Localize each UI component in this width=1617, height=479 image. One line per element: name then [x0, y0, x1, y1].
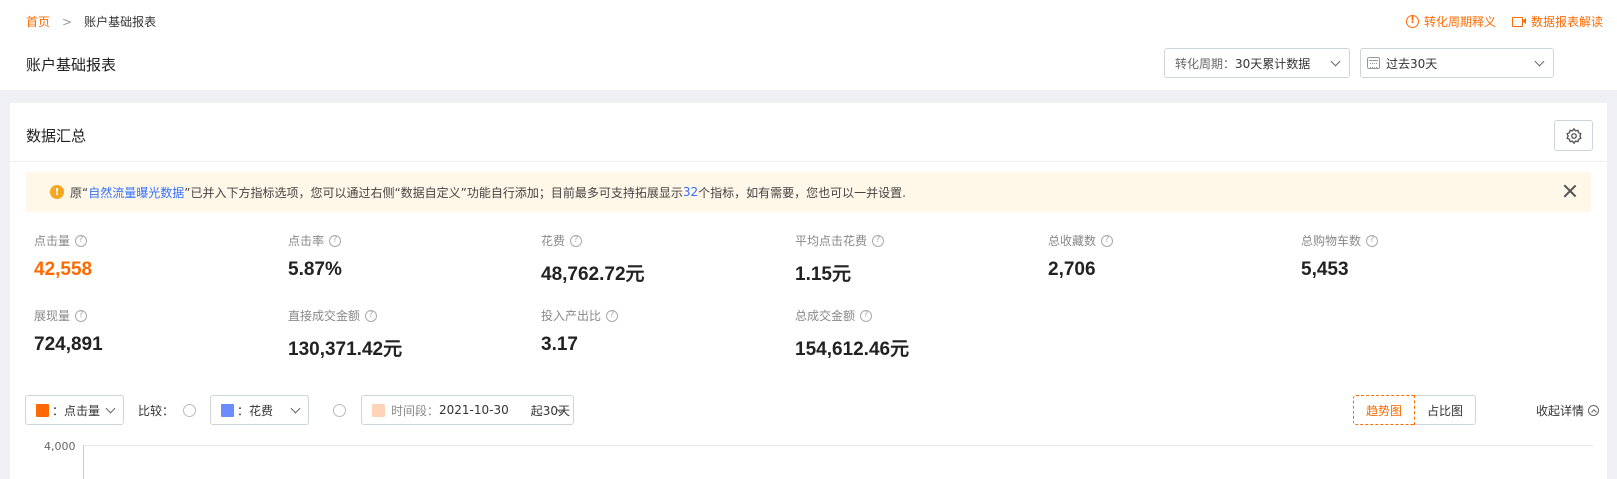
- notice-banner: ! 原“ 自然流量曝光数据 ”已并入下方指标选项，您可以通过右侧“数据自定义”功能自…: [26, 172, 1591, 212]
- tab-ratio-chart[interactable]: 占比图: [1415, 395, 1477, 425]
- metric-cart[interactable]: 总购物车数? 5,453: [1301, 232, 1379, 281]
- collapse-label: 收起详情: [1535, 404, 1584, 418]
- metric-label: 投入产出比: [541, 309, 602, 323]
- compare-label: 比较：: [138, 404, 175, 418]
- report-explain-link[interactable]: 数据报表解读: [1511, 13, 1603, 30]
- metric-ctr[interactable]: 点击率? 5.87%: [288, 232, 342, 281]
- metric-value: 130,371.42元: [288, 339, 403, 360]
- metric-label: 直接成交金额: [288, 309, 361, 323]
- metric-label: 总收藏数: [1048, 234, 1097, 248]
- metric-value: 48,762.72元: [541, 264, 645, 285]
- gear-icon: [1565, 127, 1582, 144]
- header-links: 转化周期释义 数据报表解读: [1405, 13, 1603, 30]
- metric-label: 点击量: [34, 234, 71, 248]
- compare-metric-label: ：花费: [237, 403, 274, 418]
- metric-label: 花费: [541, 234, 566, 248]
- compare-period-radio[interactable]: [333, 404, 346, 417]
- page-header: 首页 > 账户基础报表 转化周期释义 数据报表解读 账户基础报表 转化周期： 3…: [0, 0, 1617, 90]
- help-icon[interactable]: ?: [606, 309, 619, 322]
- help-icon[interactable]: ?: [1366, 234, 1379, 247]
- help-icon[interactable]: ?: [860, 309, 873, 322]
- metric1-swatch: [36, 403, 49, 417]
- compare-period-select[interactable]: 时间段： 2021-10-30 起30天: [361, 395, 574, 425]
- period-swatch: [372, 403, 385, 417]
- info-icon: [1405, 14, 1419, 28]
- conversion-cycle-select[interactable]: 转化周期： 30天累计数据: [1164, 48, 1350, 78]
- chevron-down-icon: [1534, 56, 1545, 67]
- breadcrumb-home-link[interactable]: 首页: [26, 13, 50, 30]
- metric-avg-cpc[interactable]: 平均点击花费? 1.15元: [795, 232, 885, 286]
- chart-view-toggle: 趋势图 占比图: [1353, 395, 1477, 425]
- data-summary-card: 数据汇总 ! 原“ 自然流量曝光数据 ”已并入下方指标选项，您可以通过右侧“数据自定…: [10, 103, 1607, 479]
- primary-metric-label: ：点击量: [52, 403, 101, 418]
- cycle-explain-link[interactable]: 转化周期释义: [1405, 13, 1496, 30]
- period-key: 时间段：: [391, 403, 440, 418]
- metric-label: 点击率: [288, 234, 325, 248]
- date-range-value: 过去30天: [1386, 56, 1438, 71]
- chevron-down-icon: [105, 403, 116, 414]
- tab-trend-chart[interactable]: 趋势图: [1353, 395, 1416, 425]
- metric-cost[interactable]: 花费? 48,762.72元: [541, 232, 645, 286]
- notice-highlight-link[interactable]: 自然流量曝光数据: [88, 184, 184, 201]
- period-value: 2021-10-30: [439, 403, 509, 417]
- collapse-details-button[interactable]: 收起详情: [1536, 402, 1599, 419]
- breadcrumb: 首页 > 账户基础报表: [26, 13, 156, 30]
- notice-prefix: 原“: [70, 185, 89, 200]
- help-icon[interactable]: ?: [1101, 234, 1114, 247]
- compare-metric-select[interactable]: ：花费: [210, 395, 309, 425]
- metric-favorites[interactable]: 总收藏数? 2,706: [1048, 232, 1114, 281]
- metric-direct-gmv[interactable]: 直接成交金额? 130,371.42元: [288, 307, 402, 361]
- chevron-down-icon: [290, 403, 301, 414]
- metric-value: 3.17: [541, 334, 578, 355]
- metric-impressions[interactable]: 展现量? 724,891: [34, 307, 103, 356]
- breadcrumb-current: 账户基础报表: [84, 15, 157, 29]
- metric-roi[interactable]: 投入产出比? 3.17: [541, 307, 619, 356]
- metric2-swatch: [221, 403, 234, 417]
- video-icon: [1511, 16, 1526, 27]
- metric-label: 总购物车数: [1301, 234, 1362, 248]
- breadcrumb-separator: >: [62, 14, 73, 29]
- metric-label: 平均点击花费: [795, 234, 868, 248]
- metric-total-gmv[interactable]: 总成交金额? 154,612.46元: [795, 307, 909, 361]
- metric-value: 724,891: [34, 334, 103, 355]
- help-icon[interactable]: ?: [872, 234, 885, 247]
- chevron-down-icon: [1330, 56, 1341, 67]
- metric-value: 2,706: [1048, 259, 1096, 280]
- cycle-explain-label: 转化周期释义: [1423, 15, 1496, 29]
- notice-middle: ”已并入下方指标选项，您可以通过右侧“数据自定义”功能自行添加；目前最多可支持拓…: [184, 185, 683, 200]
- calendar-icon: [1367, 57, 1380, 69]
- metric-label: 总成交金额: [795, 309, 856, 323]
- page-title: 账户基础报表: [26, 56, 117, 74]
- help-icon[interactable]: ?: [329, 234, 342, 247]
- data-customize-button[interactable]: [1554, 120, 1593, 151]
- notice-count: 32: [682, 185, 699, 199]
- close-icon[interactable]: [1563, 184, 1577, 198]
- metric-label: 展现量: [34, 309, 71, 323]
- notice-suffix: 个指标，如有需要，您也可以一并设置.: [698, 185, 906, 200]
- period-suffix: 起30天: [530, 403, 571, 418]
- metric-value: 42,558: [34, 259, 93, 280]
- help-icon[interactable]: ?: [365, 309, 378, 322]
- chart-gridline: [83, 445, 1593, 446]
- chart-y-axis: [83, 445, 84, 479]
- help-icon[interactable]: ?: [75, 309, 88, 322]
- metric-clicks[interactable]: 点击量? 42,558: [34, 232, 92, 281]
- divider: [10, 161, 1607, 162]
- help-icon[interactable]: ?: [570, 234, 583, 247]
- conversion-cycle-key: 转化周期：: [1175, 56, 1236, 71]
- y-axis-tick-label: 4,000: [44, 440, 76, 453]
- date-range-select[interactable]: 过去30天: [1360, 48, 1554, 78]
- report-explain-label: 数据报表解读: [1530, 15, 1603, 29]
- chevron-up-icon: [1588, 405, 1599, 416]
- metric-value: 1.15元: [795, 264, 851, 285]
- metric-value: 5.87%: [288, 259, 342, 280]
- metric-value: 154,612.46元: [795, 339, 910, 360]
- warning-icon: !: [50, 185, 64, 199]
- conversion-cycle-value: 30天累计数据: [1235, 56, 1311, 71]
- summary-title: 数据汇总: [26, 127, 87, 145]
- compare-metric-radio[interactable]: [183, 404, 196, 417]
- help-icon[interactable]: ?: [75, 234, 88, 247]
- primary-metric-select[interactable]: ：点击量: [25, 395, 124, 425]
- metric-value: 5,453: [1301, 259, 1349, 280]
